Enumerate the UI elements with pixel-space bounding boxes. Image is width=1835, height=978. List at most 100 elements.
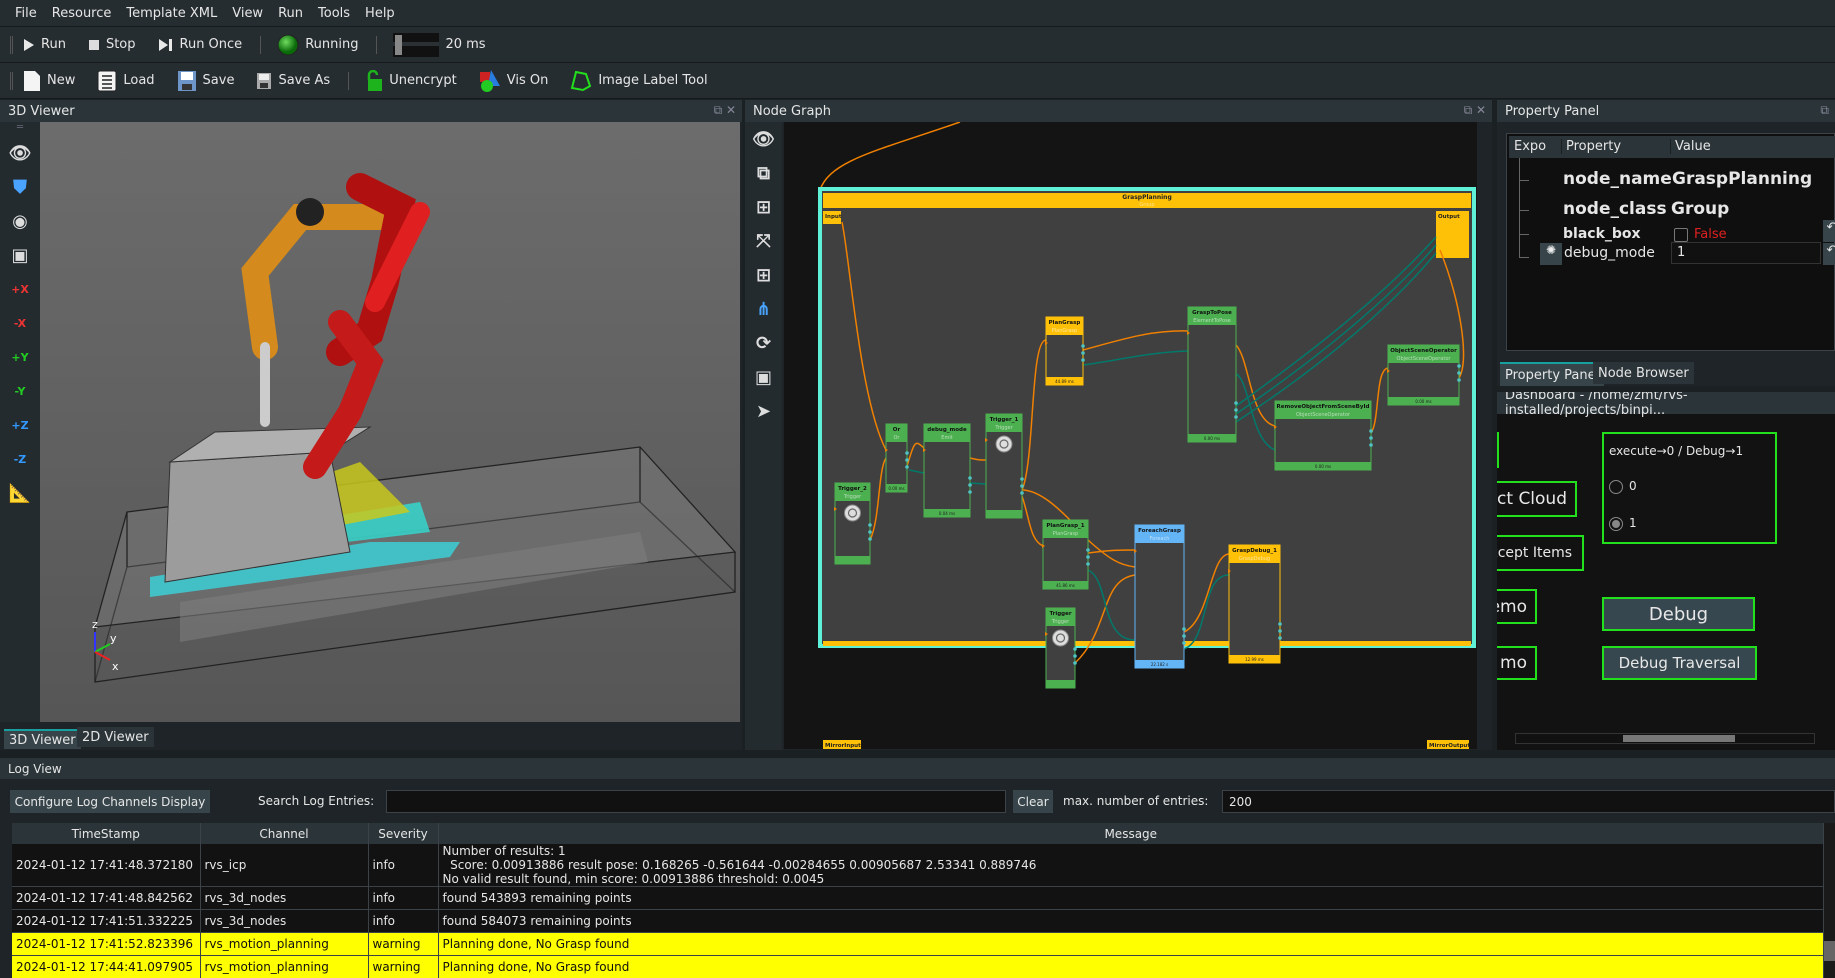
output-port[interactable]: [1278, 636, 1282, 640]
output-port[interactable]: [1278, 622, 1282, 626]
node-plangrasp[interactable]: PlanGrasp PlanGrasp 44.89 ms: [1045, 316, 1085, 386]
node-or[interactable]: Or Or 0.00 ms: [885, 423, 909, 493]
load-button[interactable]: Load: [97, 70, 155, 92]
log-row[interactable]: 2024-01-12 17:41:52.823396 rvs_motion_pla…: [12, 932, 1824, 956]
output-port[interactable]: [1020, 477, 1024, 481]
menu-view[interactable]: View: [232, 6, 263, 21]
output-port[interactable]: [905, 465, 909, 469]
demo-button-1[interactable]: emo: [1497, 589, 1537, 624]
col-expo[interactable]: Expo: [1514, 139, 1546, 154]
dashboard-hscrollbar[interactable]: [1515, 733, 1815, 744]
output-port[interactable]: [1182, 627, 1186, 631]
screenshot-icon[interactable]: ▣: [750, 363, 778, 391]
except-items-button[interactable]: Except Items: [1497, 535, 1584, 571]
save-as-button[interactable]: Save As: [256, 72, 330, 90]
node-objectsceneoperator[interactable]: ObjectSceneOperator ObjectSceneOperator 0.…: [1387, 344, 1461, 406]
output-port[interactable]: [868, 523, 872, 527]
view-plusminus-y-icon[interactable]: +Y: [6, 343, 34, 371]
col-value[interactable]: Value: [1670, 139, 1835, 154]
dock-float-close-icons[interactable]: ⧉ ✕: [1464, 103, 1486, 118]
output-port[interactable]: [1369, 436, 1373, 440]
search-log-input[interactable]: [386, 790, 1006, 813]
output-port[interactable]: [1086, 562, 1090, 566]
select-cloud-button[interactable]: ect Cloud: [1497, 481, 1577, 517]
shield-icon[interactable]: ⛊: [6, 173, 34, 201]
view-minus-z-icon[interactable]: -Z: [6, 445, 34, 473]
output-port[interactable]: [1081, 358, 1085, 362]
dock-float-close-icons[interactable]: ⧉ ✕: [714, 103, 736, 118]
tab-2d-viewer[interactable]: 2D Viewer: [77, 727, 154, 747]
demo-button-2[interactable]: mo: [1497, 646, 1537, 680]
output-port[interactable]: [1278, 629, 1282, 633]
reset-debug-mode-icon[interactable]: ↶: [1823, 243, 1835, 265]
tab-3d-viewer[interactable]: 3D Viewer: [4, 729, 81, 749]
output-port[interactable]: [1081, 344, 1085, 348]
black-box-checkbox[interactable]: [1674, 228, 1688, 242]
debug-button[interactable]: Debug: [1602, 597, 1755, 631]
trigger-power-icon[interactable]: [995, 435, 1013, 453]
save-button[interactable]: Save: [177, 70, 234, 92]
node-graspdebug-1[interactable]: GraspDebug_1 GraspDebug 12.99 ms: [1228, 544, 1282, 664]
col-severity[interactable]: Severity: [368, 823, 439, 844]
output-port[interactable]: [868, 530, 872, 534]
log-row[interactable]: 2024-01-12 17:41:48.842562 rvs_3d_nodes in…: [12, 886, 1824, 910]
node-plangrasp-1[interactable]: PlanGrasp_1 PlanGrasp 41.86 ms: [1042, 519, 1090, 590]
configure-log-channels-button[interactable]: Configure Log Channels Display: [10, 790, 210, 813]
cursor-icon[interactable]: ➤: [750, 397, 778, 425]
output-port[interactable]: [968, 483, 972, 487]
dock-float-icon[interactable]: ⧉: [1820, 103, 1829, 118]
node-trigger-1[interactable]: Trigger_1 Trigger: [985, 413, 1024, 519]
node-debug-mode[interactable]: debug_mode Emit 0.04 ms: [923, 423, 972, 518]
run-button[interactable]: Run: [23, 37, 66, 52]
menu-file[interactable]: File: [15, 6, 37, 21]
node-removeobjectfromscenebyid[interactable]: RemoveObjectFromSceneById ObjectSceneOper…: [1274, 400, 1373, 471]
run-once-button[interactable]: Run Once: [158, 37, 242, 52]
toolbar-grip[interactable]: [10, 71, 13, 90]
output-port[interactable]: [1073, 654, 1077, 658]
trigger-power-icon[interactable]: [1052, 629, 1069, 647]
output-port[interactable]: [1234, 401, 1238, 405]
node-trigger[interactable]: Trigger Trigger: [1045, 607, 1077, 689]
view-plusminus-z-icon[interactable]: +Z: [6, 411, 34, 439]
view-minus-x-icon[interactable]: -X: [6, 309, 34, 337]
target-icon[interactable]: ◉: [6, 207, 34, 235]
log-row[interactable]: 2024-01-12 17:41:51.332225 rvs_3d_nodes in…: [12, 909, 1824, 933]
radio-1-selected[interactable]: [1609, 517, 1623, 531]
col-property[interactable]: Property: [1561, 139, 1621, 154]
log-row[interactable]: 2024-01-12 17:41:48.372180 rvs_icp info Num…: [12, 844, 1824, 887]
viewer3d-canvas[interactable]: z y x: [40, 122, 740, 722]
prop-node-name-value[interactable]: GraspPlanning: [1672, 169, 1812, 189]
stop-button[interactable]: Stop: [88, 37, 136, 52]
layout-icon[interactable]: ⊞: [750, 193, 778, 221]
view-plusminus-x-icon[interactable]: +X: [6, 275, 34, 303]
output-port[interactable]: [1234, 408, 1238, 412]
output-port[interactable]: [1073, 647, 1077, 651]
output-port[interactable]: [905, 458, 909, 462]
clear-button[interactable]: Clear: [1013, 790, 1053, 813]
camera-icon[interactable]: ▣: [6, 241, 34, 269]
scrollbar-thumb[interactable]: [1623, 735, 1735, 742]
share-graph-icon[interactable]: ⋔: [750, 295, 778, 323]
ruler-icon[interactable]: 📐: [6, 479, 34, 507]
output-port[interactable]: [1182, 641, 1186, 645]
new-button[interactable]: New: [23, 70, 75, 92]
tab-node-browser[interactable]: Node Browser: [1593, 362, 1694, 384]
menu-help[interactable]: Help: [365, 6, 395, 21]
trigger-power-icon[interactable]: [844, 504, 861, 522]
output-port[interactable]: [1369, 443, 1373, 447]
col-message[interactable]: Message: [438, 823, 1824, 844]
eye-icon[interactable]: 👁: [6, 139, 34, 167]
output-port[interactable]: [968, 476, 972, 480]
unencrypt-button[interactable]: Unencrypt: [365, 69, 457, 92]
menu-run[interactable]: Run: [278, 6, 303, 21]
tab-property-panel[interactable]: Property Panel: [1500, 362, 1605, 386]
zoom-fit-icon[interactable]: ⧉: [750, 159, 778, 187]
output-port[interactable]: [1369, 429, 1373, 433]
output-port[interactable]: [1457, 364, 1461, 368]
output-port[interactable]: [1182, 634, 1186, 638]
output-port[interactable]: [1086, 555, 1090, 559]
node-foreachgrasp[interactable]: ForeachGrasp Foreach 22.182 s: [1134, 524, 1186, 669]
output-port[interactable]: [1081, 351, 1085, 355]
refresh-icon[interactable]: ⟳: [750, 329, 778, 357]
log-row[interactable]: 2024-01-12 17:44:41.097905 rvs_motion_pla…: [12, 955, 1824, 978]
